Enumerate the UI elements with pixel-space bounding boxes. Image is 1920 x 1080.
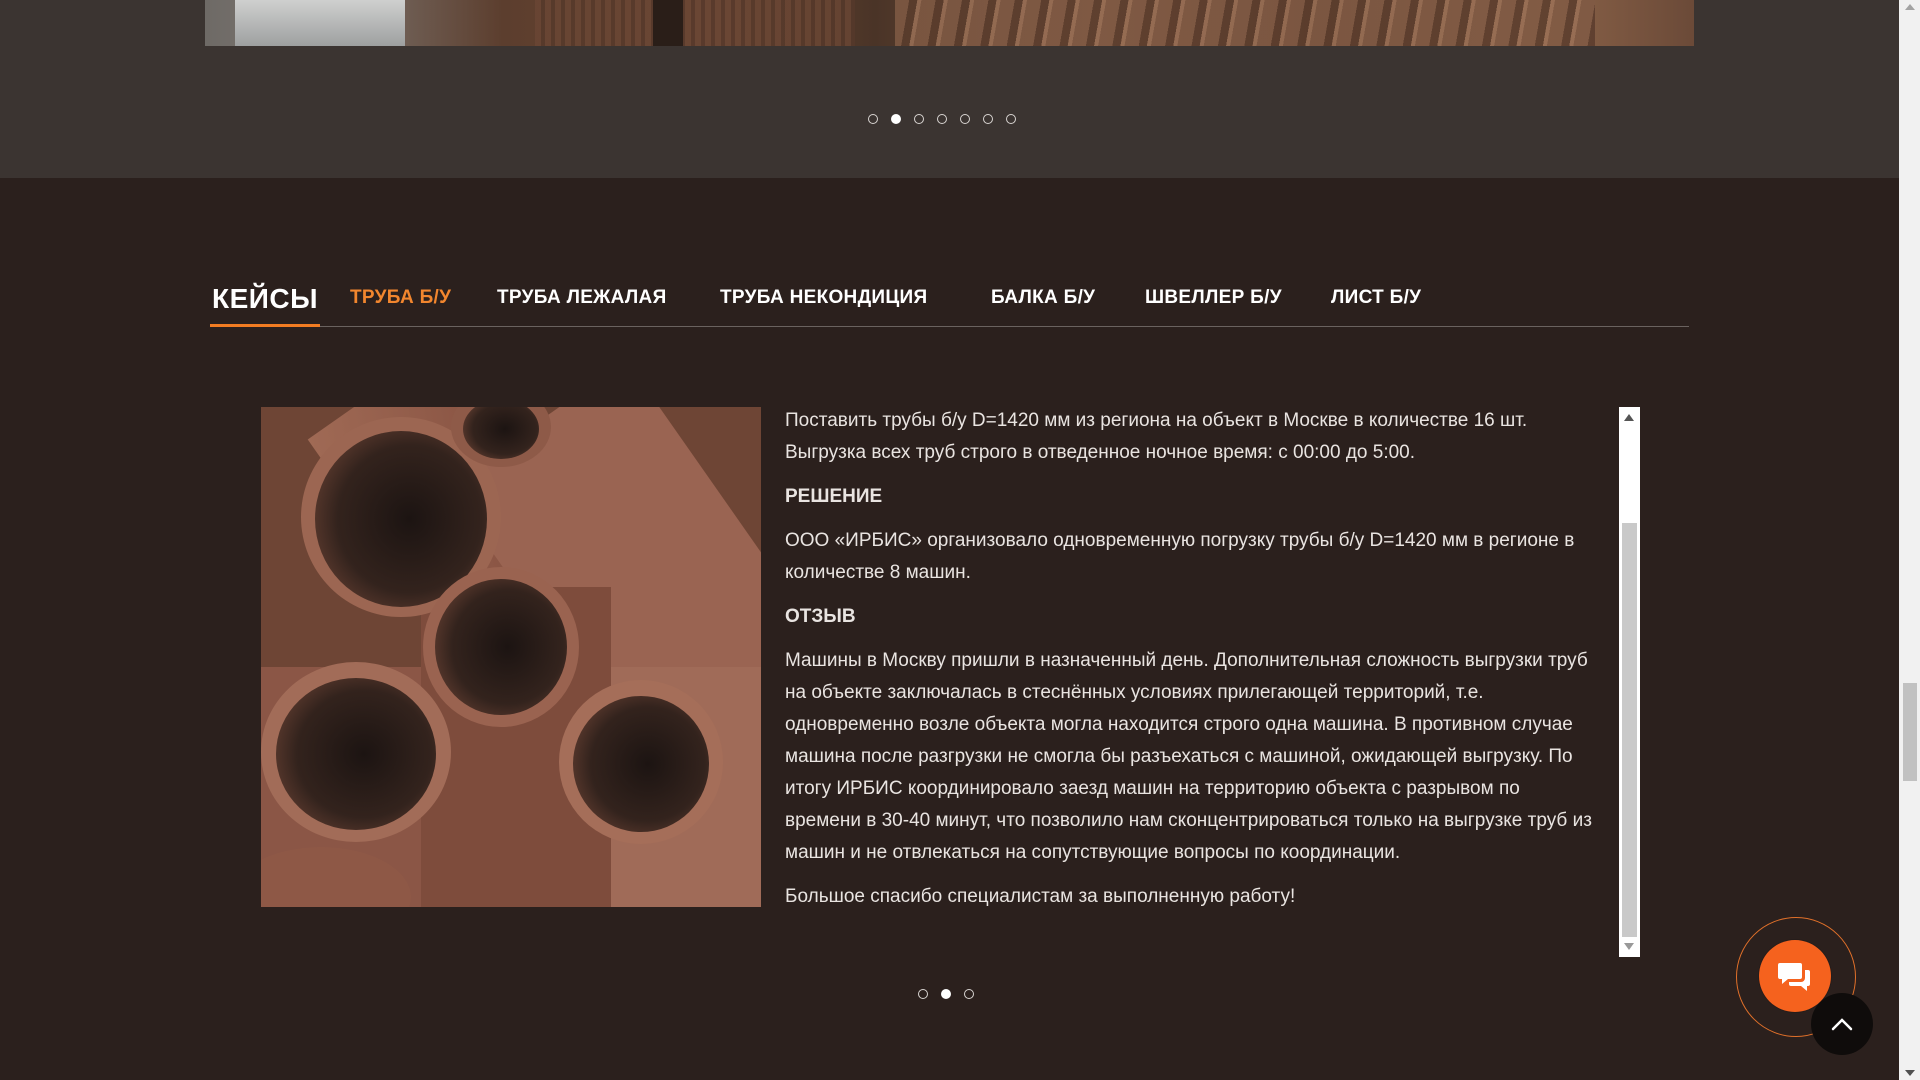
top-slider-dot[interactable] xyxy=(891,114,901,124)
case-text-scrollbar[interactable] xyxy=(1619,407,1640,957)
top-slider-section xyxy=(0,0,1899,178)
cases-slider-dot[interactable] xyxy=(941,989,951,999)
page-scroll-down-icon[interactable] xyxy=(1905,1070,1915,1076)
cases-slider-pagination xyxy=(918,989,974,999)
tab-channel-used[interactable]: ШВЕЛЛЕР Б/У xyxy=(1145,287,1282,309)
case-task-text: Поставить трубы б/у D=1420 мм из региона… xyxy=(785,410,1528,463)
top-slider-dot[interactable] xyxy=(914,114,924,124)
top-slider-pagination xyxy=(868,114,1016,124)
review-heading: ОТЗЫВ xyxy=(785,606,856,627)
thanks-text: Большое спасибо специалистам за выполнен… xyxy=(785,886,1296,907)
scroll-to-top-button[interactable] xyxy=(1811,993,1873,1055)
review-text: Машины в Москву пришли в назначенный ден… xyxy=(785,650,1592,863)
page-scrollbar[interactable] xyxy=(1899,0,1920,1080)
scroll-down-arrow-icon[interactable] xyxy=(1624,943,1634,950)
top-slider-dot[interactable] xyxy=(960,114,970,124)
top-slider-dot[interactable] xyxy=(937,114,947,124)
cases-slider-dot[interactable] xyxy=(964,989,974,999)
chevron-up-icon xyxy=(1831,1018,1853,1031)
tab-pipe-substandard[interactable]: ТРУБА НЕКОНДИЦИЯ xyxy=(720,287,927,309)
page-scroll-up-icon[interactable] xyxy=(1905,4,1915,10)
solution-text: ООО «ИРБИС» организовало одновременную п… xyxy=(785,530,1575,583)
top-slider-dot[interactable] xyxy=(983,114,993,124)
cases-slider-dot[interactable] xyxy=(918,989,928,999)
case-pipes-image xyxy=(261,407,761,907)
chat-bubbles-icon xyxy=(1778,963,1810,991)
case-description: Поставить трубы б/у D=1420 мм из региона… xyxy=(785,405,1600,957)
scroll-thumb[interactable] xyxy=(1622,523,1637,937)
tab-pipe-used[interactable]: ТРУБА Б/У xyxy=(350,287,451,309)
tab-sheet-used[interactable]: ЛИСТ Б/У xyxy=(1331,287,1421,309)
solution-heading: РЕШЕНИЕ xyxy=(785,486,883,507)
tab-beam-used[interactable]: БАЛКА Б/У xyxy=(991,287,1095,309)
hero-slide-image xyxy=(205,0,1694,46)
tab-pipe-stored[interactable]: ТРУБА ЛЕЖАЛАЯ xyxy=(497,287,667,309)
top-slider-dot[interactable] xyxy=(868,114,878,124)
top-slider-dot[interactable] xyxy=(1006,114,1016,124)
cases-tab-bar: КЕЙСЫ ТРУБА Б/У ТРУБА ЛЕЖАЛАЯ ТРУБА НЕКО… xyxy=(210,280,1689,327)
cases-heading: КЕЙСЫ xyxy=(210,280,321,327)
scroll-up-arrow-icon[interactable] xyxy=(1624,414,1634,421)
page-scroll-thumb[interactable] xyxy=(1903,683,1917,781)
